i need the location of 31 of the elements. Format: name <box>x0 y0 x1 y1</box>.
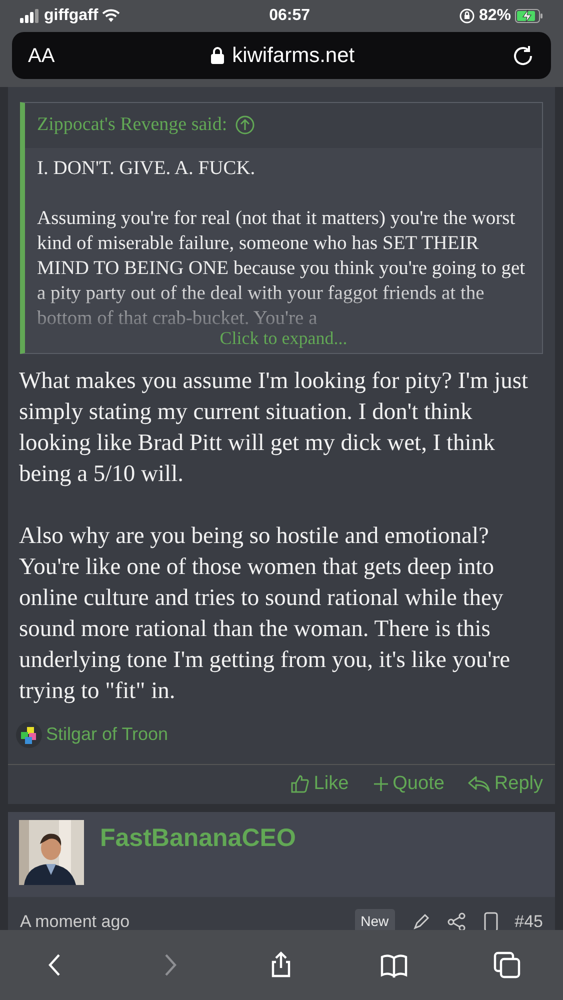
carrier-name: giffgaff <box>44 6 98 26</box>
reply-button[interactable]: Reply <box>468 770 543 798</box>
thumbs-up-icon <box>290 774 310 794</box>
pen-icon[interactable] <box>410 912 431 932</box>
post-number[interactable]: #45 <box>514 908 543 934</box>
wifi-icon <box>102 9 120 23</box>
quote-button[interactable]: Quote <box>372 770 444 798</box>
post-text: What makes you assume I'm looking for pity? I'm just simply stating my current situation. I don't think looking like Brad Pitt will get my dick wet, I think being a 5/10 will. <box>19 366 530 488</box>
reply-arrow-icon <box>468 775 490 793</box>
text-size-button[interactable]: AA <box>28 40 55 70</box>
quote-text: Assuming you're for real (not that it matters) you're the worst kind of miserable failure, someone who has SET THEIR MIND TO BEING ONE because you think you're going to get a pity party out of the deal with your faggot friends at the bottom of that crab-bucket. You're a <box>37 206 526 330</box>
plus-icon <box>372 776 389 792</box>
battery-percent: 82% <box>478 6 511 26</box>
lock-icon <box>211 47 224 64</box>
reaction-username[interactable]: Stilgar of Troon <box>46 721 168 748</box>
address-bar[interactable]: AA kiwifarms.net <box>12 32 551 79</box>
like-button[interactable]: Like <box>290 770 349 798</box>
reload-icon[interactable] <box>511 44 535 68</box>
tabs-button[interactable] <box>492 951 521 979</box>
url-text[interactable]: kiwifarms.net <box>232 40 355 72</box>
share-icon[interactable] <box>446 912 467 932</box>
puzzle-avatar-icon <box>16 722 42 748</box>
rotation-lock-icon <box>458 8 475 24</box>
clock-time: 06:57 <box>269 6 310 26</box>
signal-icon <box>20 9 40 23</box>
post-time[interactable]: A moment ago <box>20 908 130 934</box>
battery-charging-icon <box>515 9 543 23</box>
quote-text: I. DON'T. GIVE. A. FUCK. <box>37 156 256 180</box>
post-text: Also why are you being so hostile and emotional? You're like one of those women that gets deep into online culture and tries to sound rational while they sound more rational than the woman. There is this underlying tone I'm getting from you, it's like you're trying to "fit" in. <box>19 522 512 706</box>
username[interactable]: FastBananaCEO <box>100 820 296 888</box>
expand-link[interactable]: Click to expand... <box>220 328 348 348</box>
